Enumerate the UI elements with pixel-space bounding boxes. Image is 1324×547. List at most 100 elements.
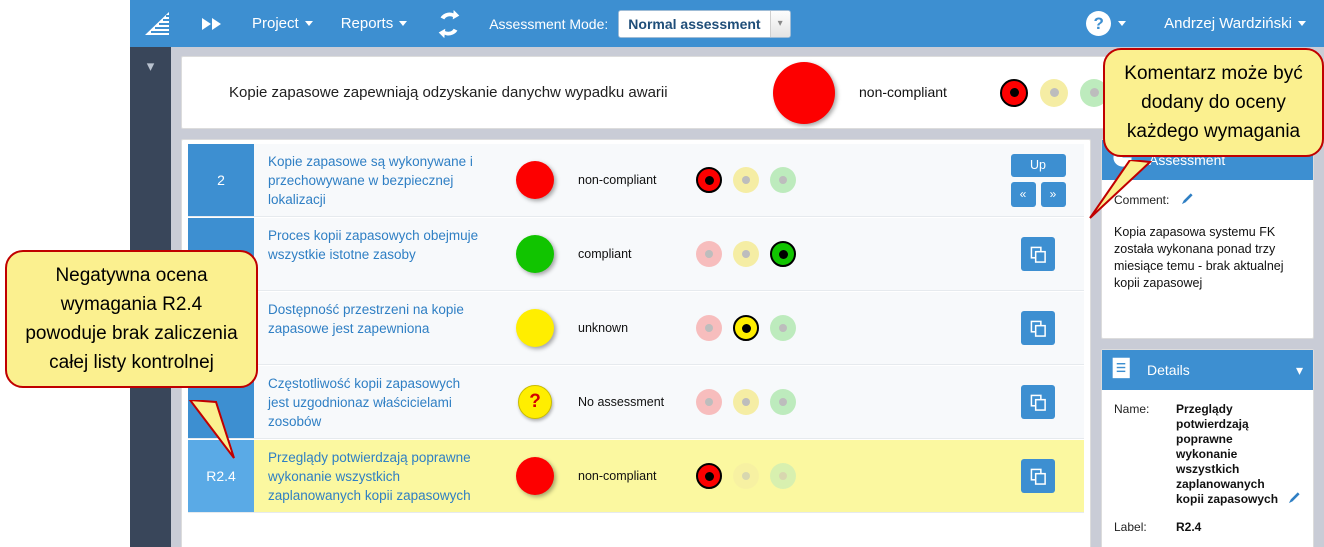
table-row[interactable]: Proces kopii zapasowych obejmuje wszystk… (188, 218, 1084, 291)
navbar-right: ? Andrzej Wardziński (1086, 11, 1324, 36)
radio-compliant[interactable] (770, 315, 796, 341)
radio-unknown[interactable] (733, 463, 759, 489)
requirement-actions: Up « » (992, 144, 1084, 216)
requirement-actions (992, 218, 1084, 290)
checklist-status-label: non-compliant (859, 84, 947, 100)
menu-reports-label: Reports (340, 15, 394, 32)
table-row[interactable]: Częstotliwość kopii zapasowych jest uzgo… (188, 366, 1084, 439)
requirement-status-label: compliant (578, 246, 632, 261)
copy-icon (1030, 394, 1046, 411)
callout-comment-text: Komentarz może być dodany do oceny każde… (1103, 48, 1324, 157)
radio-unknown[interactable] (733, 389, 759, 415)
requirement-actions (992, 440, 1084, 512)
requirement-status-dot-wrap (492, 440, 578, 512)
requirement-name[interactable]: Częstotliwość kopii zapasowych jest uzgo… (254, 366, 492, 438)
detail-name-value: Przeglądy potwierdzają poprawne wykonani… (1176, 402, 1279, 506)
refresh-icon[interactable] (421, 9, 477, 39)
requirement-radio-group (674, 218, 992, 290)
chevron-down-icon[interactable]: ▾ (1296, 362, 1303, 379)
requirement-tag: R2.4 (188, 440, 254, 512)
detail-name-row: Name: Przeglądy potwierdzają poprawne wy… (1114, 402, 1301, 507)
assessment-panel-body: Comment: Kopia zapasowa systemu FK zosta… (1102, 180, 1313, 292)
detail-label-row: Label: R2.4 (1114, 520, 1301, 535)
checklist-title: Kopie zapasowe zapewniają odzyskanie dan… (229, 84, 668, 101)
app-logo-icon[interactable] (130, 10, 186, 38)
table-row[interactable]: 2 Kopie zapasowe są wykonywane i przecho… (188, 144, 1084, 217)
chevron-down-icon: ▾ (769, 10, 790, 37)
comment-text: Kopia zapasowa systemu FK została wykona… (1114, 225, 1284, 290)
requirement-status-label: non-compliant (578, 468, 657, 483)
chevron-down-icon[interactable]: ▾ (130, 55, 171, 77)
copy-button[interactable] (1021, 459, 1055, 493)
help-menu[interactable]: ? (1086, 11, 1127, 36)
requirement-tag: 2 (188, 144, 254, 216)
menu-project-label: Project (252, 15, 299, 32)
radio-non-compliant[interactable] (696, 167, 722, 193)
callout-negative-text: Negatywna ocena wymagania R2.4 powoduje … (5, 250, 258, 388)
chevron-down-icon (1118, 21, 1127, 26)
copy-button[interactable] (1021, 385, 1055, 419)
radio-unknown[interactable] (733, 315, 759, 341)
details-panel: Details ▾ Name: Przeglądy potwierdzają p… (1101, 349, 1314, 547)
radio-unknown[interactable] (733, 241, 759, 267)
requirement-radio-group (674, 144, 992, 216)
menu-project[interactable]: Project (238, 0, 327, 47)
requirement-name[interactable]: Przeglądy potwierdzają poprawne wykonani… (254, 440, 492, 512)
requirement-list-panel: 2 Kopie zapasowe są wykonywane i przecho… (181, 139, 1091, 547)
menu-reports[interactable]: Reports (327, 0, 422, 47)
copy-button[interactable] (1021, 237, 1055, 271)
help-icon: ? (1086, 11, 1112, 36)
radio-non-compliant[interactable] (696, 463, 722, 489)
table-row[interactable]: Dostępność przestrzeni na kopie zapasowe… (188, 292, 1084, 365)
prev-button[interactable]: « (1010, 181, 1036, 207)
radio-compliant[interactable] (770, 389, 796, 415)
chevron-down-icon (304, 21, 313, 26)
requirement-name[interactable]: Dostępność przestrzeni na kopie zapasowe… (254, 292, 492, 364)
requirement-status-label: unknown (578, 320, 629, 335)
copy-icon (1030, 246, 1046, 263)
status-question-icon: ? (518, 385, 552, 419)
details-panel-body: Name: Przeglądy potwierdzają poprawne wy… (1102, 390, 1313, 547)
details-panel-title: Details (1147, 362, 1190, 378)
radio-compliant[interactable] (770, 241, 796, 267)
user-menu[interactable]: Andrzej Wardziński (1164, 15, 1306, 32)
radio-compliant[interactable] (770, 463, 796, 489)
move-up-button[interactable]: Up (1010, 153, 1066, 177)
details-panel-header[interactable]: Details ▾ (1102, 350, 1313, 390)
radio-non-compliant[interactable] (696, 389, 722, 415)
table-row[interactable]: R2.4 Przeglądy potwierdzają poprawne wyk… (188, 440, 1084, 513)
radio-non-compliant[interactable] (696, 241, 722, 267)
callout-comment: Komentarz może być dodany do oceny każde… (1103, 48, 1324, 157)
assessment-mode-value: Normal assessment (619, 10, 770, 37)
status-dot-green (516, 235, 554, 273)
detail-label-label: Label: (1114, 520, 1147, 534)
copy-icon (1030, 468, 1046, 485)
pencil-icon[interactable] (1181, 192, 1194, 208)
detail-label-value: R2.4 (1176, 520, 1202, 534)
document-icon (1112, 357, 1131, 384)
radio-unknown[interactable] (1040, 78, 1068, 107)
next-button[interactable]: » (1040, 181, 1066, 207)
status-dot-red (516, 161, 554, 199)
checklist-radio-group (1000, 78, 1108, 107)
radio-non-compliant[interactable] (696, 315, 722, 341)
requirement-status-label: non-compliant (578, 172, 657, 187)
radio-unknown[interactable] (733, 167, 759, 193)
status-dot-red (773, 61, 835, 124)
top-navbar: Project Reports Assessment Mode: Normal … (130, 0, 1324, 47)
radio-non-compliant[interactable] (1000, 78, 1028, 107)
chevron-down-icon (1298, 21, 1306, 26)
requirement-name[interactable]: Kopie zapasowe są wykonywane i przechowy… (254, 144, 492, 216)
requirement-radio-group (674, 440, 992, 512)
fast-forward-icon[interactable] (186, 16, 238, 32)
requirement-status-dot-wrap (492, 292, 578, 364)
requirement-name[interactable]: Proces kopii zapasowych obejmuje wszystk… (254, 218, 492, 290)
copy-icon (1030, 320, 1046, 337)
pencil-icon[interactable] (1288, 491, 1301, 507)
assessment-mode-select[interactable]: Normal assessment ▾ (618, 9, 791, 38)
comment-label: Comment: (1114, 193, 1170, 207)
detail-name-label: Name: (1114, 402, 1150, 416)
copy-button[interactable] (1021, 311, 1055, 345)
checklist-status-dot-wrap (749, 61, 859, 124)
radio-compliant[interactable] (770, 167, 796, 193)
